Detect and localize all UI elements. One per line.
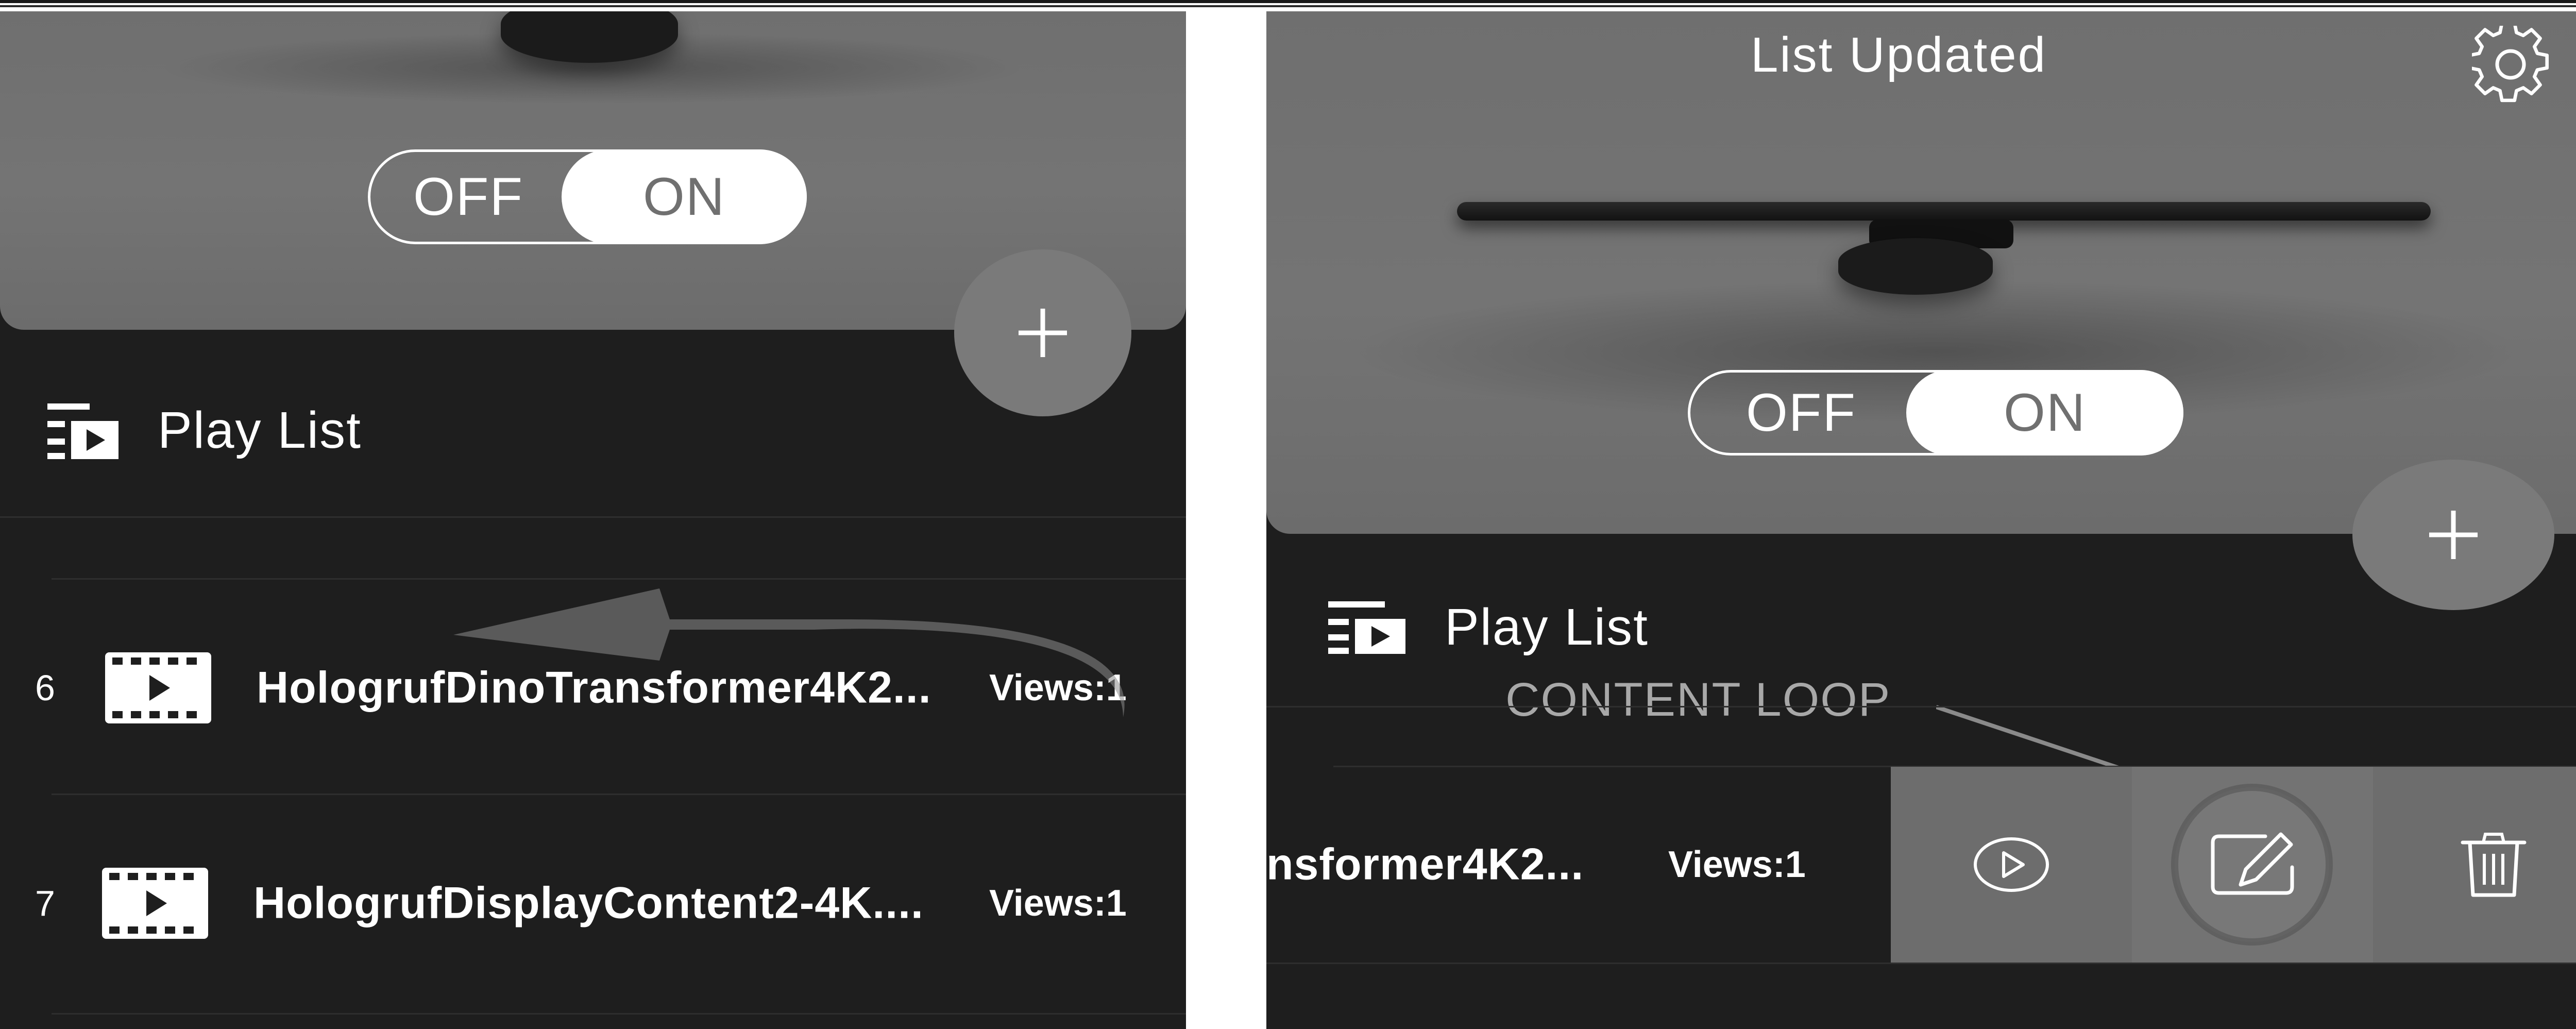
top-border-inner (0, 5, 2576, 7)
plus-icon (2429, 511, 2478, 559)
page-title: List Updated (1751, 27, 2047, 82)
row-views: Views:1 (989, 883, 1127, 924)
device-base-image (1838, 238, 1993, 295)
video-file-icon (102, 868, 208, 939)
row-filename: HologrufDisplayContent2-4K.... (253, 878, 924, 928)
device-hero-card: List Updated OFF ON (1266, 11, 2576, 534)
playlist-icon (47, 403, 118, 459)
edit-action-button[interactable] (2132, 767, 2373, 963)
trash-icon (2461, 833, 2527, 897)
row-index: 6 (35, 668, 55, 708)
play-action-button[interactable] (1891, 767, 2132, 963)
video-file-icon (105, 652, 211, 723)
plus-icon (1019, 309, 1067, 357)
row-filename: nsformer4K2... (1266, 839, 1584, 889)
toggle-on-label: ON (1906, 370, 2183, 456)
playlist-header: Play List (47, 392, 362, 469)
playlist-row-6[interactable]: 6 HologrufDinoTransformer4K2... Views:1 (0, 582, 1186, 794)
row-views: Views:1 (1668, 844, 1806, 885)
content-loop-callout: CONTENT LOOP (1505, 673, 1891, 726)
toggle-off-label: OFF (1746, 382, 1856, 443)
delete-action-button[interactable] (2373, 767, 2576, 963)
playlist-header: Play List (1328, 588, 1649, 666)
add-content-button[interactable] (2352, 460, 2554, 610)
row-action-bar (1891, 767, 2576, 963)
divider (52, 578, 1186, 580)
playlist-header-label: Play List (1445, 598, 1649, 656)
left-screen: OFF ON Play List 6 HologrufDinoTransform… (0, 11, 1186, 1029)
row-views: Views:1 (989, 667, 1127, 709)
divider (52, 1013, 1186, 1015)
playlist-icon (1328, 601, 1405, 654)
top-border (0, 0, 2576, 3)
divider (52, 794, 1186, 795)
row-filename: HologrufDinoTransformer4K2... (257, 663, 931, 713)
divider (0, 516, 1186, 518)
row-index: 7 (35, 883, 55, 923)
screenshot-stage: OFF ON Play List 6 HologrufDinoTransform… (0, 0, 2576, 1029)
device-blade-image (1457, 202, 2431, 221)
panel-gap (1186, 11, 1266, 1029)
edit-icon (2211, 832, 2294, 895)
toggle-off-label: OFF (413, 166, 523, 227)
toggle-on-label: ON (562, 149, 807, 244)
play-circle-icon (1974, 837, 2049, 892)
add-content-button[interactable] (954, 249, 1131, 416)
playlist-header-label: Play List (158, 401, 362, 459)
divider (1266, 963, 2576, 964)
playlist-row-7[interactable]: 7 HologrufDisplayContent2-4K.... Views:1 (0, 798, 1186, 1009)
power-toggle[interactable]: OFF ON (368, 149, 807, 244)
power-toggle[interactable]: OFF ON (1688, 370, 2183, 456)
divider (1266, 706, 2576, 707)
gear-icon[interactable] (2472, 26, 2549, 103)
right-screen: List Updated OFF ON Play List CONTENT LO… (1266, 11, 2576, 1029)
